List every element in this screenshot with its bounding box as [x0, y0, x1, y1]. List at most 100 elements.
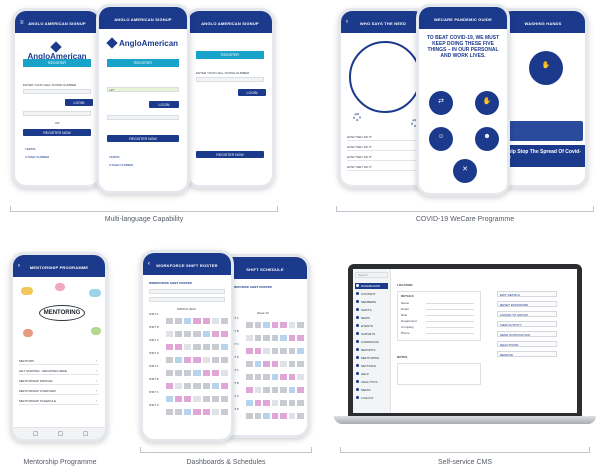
schedule-cell[interactable] [296, 347, 305, 355]
schedule-cell[interactable] [253, 347, 263, 355]
schedule-cell[interactable] [245, 386, 254, 394]
phone-input[interactable] [23, 89, 91, 94]
schedule-cell[interactable] [201, 395, 211, 403]
back-icon[interactable]: ‹ [148, 261, 150, 267]
schedule-cell[interactable] [245, 373, 254, 381]
schedule-cell[interactable] [287, 321, 297, 329]
schedule-cell[interactable] [174, 343, 184, 351]
schedule-cell[interactable] [279, 334, 288, 342]
sidebar-item[interactable]: NEWS [355, 315, 388, 321]
schedule-cell[interactable] [165, 356, 175, 364]
sidebar-item[interactable]: LOGOUT [355, 395, 388, 401]
schedule-cell[interactable] [165, 382, 175, 390]
schedule-cell[interactable] [183, 317, 193, 325]
schedule-cell[interactable] [270, 321, 280, 329]
schedule-cell[interactable] [174, 330, 184, 338]
sidebar-item[interactable]: SURVEYS [355, 331, 388, 337]
schedule-cell[interactable] [270, 399, 280, 407]
phone-input[interactable] [196, 77, 264, 82]
schedule-cell[interactable] [192, 330, 202, 338]
action-button[interactable]: DEACTIVATE [497, 341, 557, 347]
list-item[interactable]: MENTORS › [19, 357, 99, 365]
schedule-cell[interactable] [270, 334, 280, 342]
schedule-cell[interactable] [270, 386, 280, 394]
schedule-cell[interactable] [210, 408, 220, 416]
password-input[interactable] [23, 111, 91, 116]
schedule-cell[interactable] [262, 373, 271, 381]
schedule-cell[interactable] [192, 408, 202, 416]
sidebar-item[interactable]: MEDIA [355, 387, 388, 393]
sidebar-item[interactable]: CONTENT [355, 291, 388, 297]
schedule-cell[interactable] [287, 399, 297, 407]
schedule-cell[interactable] [192, 343, 202, 351]
schedule-cell[interactable] [192, 356, 202, 364]
schedule-cell[interactable] [210, 330, 220, 338]
schedule-cell[interactable] [287, 360, 297, 368]
sidebar-item[interactable]: MENTORING [355, 355, 388, 361]
register-button[interactable]: REGISTER [23, 59, 91, 67]
schedule-cell[interactable] [279, 373, 288, 381]
schedule-cell[interactable] [296, 334, 305, 342]
schedule-cell[interactable] [287, 412, 297, 420]
schedule-cell[interactable] [245, 399, 254, 407]
other-number-link[interactable]: OTHER NUMBER [25, 155, 49, 159]
schedule-cell[interactable] [210, 317, 220, 325]
schedule-cell[interactable] [253, 334, 263, 342]
schedule-cell[interactable] [287, 347, 297, 355]
schedule-cell[interactable] [279, 360, 288, 368]
schedule-cell[interactable] [245, 412, 254, 420]
schedule-cell[interactable] [219, 408, 229, 416]
schedule-cell[interactable] [183, 395, 193, 403]
terms-link[interactable]: TERMS [109, 155, 120, 159]
schedule-cell[interactable] [210, 356, 220, 364]
sidebar-item[interactable]: SETTINGS [355, 363, 388, 369]
schedule-cell[interactable] [174, 356, 184, 364]
schedule-cell[interactable] [174, 408, 184, 416]
schedule-cell[interactable] [296, 386, 305, 394]
schedule-cell[interactable] [262, 321, 271, 329]
register-now-button[interactable]: REGISTER NOW [196, 151, 264, 158]
password-input[interactable] [107, 115, 179, 120]
action-button[interactable]: REMOVE [497, 351, 557, 357]
schedule-cell[interactable] [296, 399, 305, 407]
action-button[interactable]: ASSIGN TO GROUP [497, 311, 557, 317]
schedule-cell[interactable] [279, 386, 288, 394]
schedule-cell[interactable] [201, 330, 211, 338]
schedule-cell[interactable] [245, 321, 254, 329]
schedule-cell[interactable] [174, 395, 184, 403]
schedule-cell[interactable] [219, 382, 229, 390]
schedule-cell[interactable] [253, 399, 263, 407]
list-item[interactable]: MENTORSHIP OVERVIEW › [19, 387, 99, 395]
schedule-cell[interactable] [253, 412, 263, 420]
schedule-cell[interactable] [174, 382, 184, 390]
schedule-cell[interactable] [201, 382, 211, 390]
schedule-cell[interactable] [270, 373, 280, 381]
list-item[interactable]: HOW THEY DO IT› [347, 133, 419, 141]
schedule-cell[interactable] [210, 395, 220, 403]
schedule-cell[interactable] [201, 343, 211, 351]
terms-link[interactable]: TERMS [25, 147, 36, 151]
schedule-cell[interactable] [201, 317, 211, 325]
schedule-cell[interactable] [279, 412, 288, 420]
schedule-cell[interactable] [296, 412, 305, 420]
schedule-cell[interactable] [201, 369, 211, 377]
filter-select[interactable] [149, 297, 225, 302]
action-button[interactable]: EDIT DETAILS [497, 291, 557, 297]
schedule-cell[interactable] [201, 408, 211, 416]
schedule-cell[interactable] [174, 317, 184, 325]
back-icon[interactable]: ‹ [346, 19, 348, 25]
login-button[interactable]: LOGIN [238, 89, 266, 96]
schedule-cell[interactable] [183, 369, 193, 377]
schedule-cell[interactable] [165, 369, 175, 377]
schedule-cell[interactable] [165, 317, 175, 325]
schedule-cell[interactable] [210, 382, 220, 390]
schedule-cell[interactable] [253, 321, 263, 329]
schedule-cell[interactable] [262, 360, 271, 368]
schedule-cell[interactable] [192, 395, 202, 403]
menu-icon[interactable]: ≡ [20, 20, 24, 26]
sidebar-item[interactable]: DASHBOARD [355, 283, 388, 289]
schedule-cell[interactable] [253, 360, 263, 368]
schedule-cell[interactable] [219, 330, 229, 338]
schedule-cell[interactable] [287, 373, 297, 381]
sidebar-item[interactable]: ANALYTICS [355, 379, 388, 385]
